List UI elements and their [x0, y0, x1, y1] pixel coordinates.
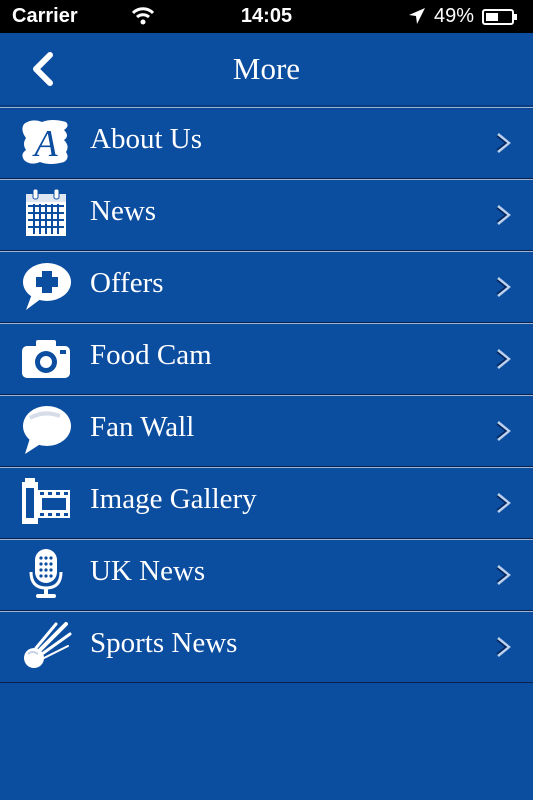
menu-list: A About Us News Offers Food Cam Fan Wall…: [0, 107, 533, 683]
menu-label: Image Gallery: [90, 483, 257, 515]
menu-item-sports-news[interactable]: Sports News: [0, 611, 533, 683]
chevron-right-icon: [496, 493, 511, 513]
chevron-right-icon: [496, 565, 511, 585]
microphone-icon: [29, 549, 63, 598]
chevron-right-icon: [496, 637, 511, 657]
comet-icon: [24, 622, 72, 668]
about-us-icon: A: [22, 120, 68, 165]
speech-bubble-icon: [23, 406, 71, 454]
svg-text:A: A: [31, 123, 58, 165]
chevron-right-icon: [496, 133, 511, 153]
location-arrow-icon: [409, 8, 425, 24]
calendar-icon: [26, 188, 66, 236]
menu-label: Offers: [90, 267, 164, 299]
menu-item-about-us[interactable]: A About Us: [0, 107, 533, 179]
chevron-right-icon: [496, 277, 511, 297]
chevron-right-icon: [496, 421, 511, 441]
navigation-bar: More: [0, 33, 533, 105]
chevron-right-icon: [496, 205, 511, 225]
menu-item-news[interactable]: News: [0, 179, 533, 251]
chevron-right-icon: [496, 349, 511, 369]
menu-item-fan-wall[interactable]: Fan Wall: [0, 395, 533, 467]
battery-percent: 49%: [434, 5, 475, 27]
menu-item-uk-news[interactable]: UK News: [0, 539, 533, 611]
menu-label: UK News: [90, 555, 206, 587]
menu-label: Fan Wall: [90, 411, 195, 443]
page-title: More: [232, 51, 301, 86]
status-bar: Carrier 14:05 49%: [0, 0, 533, 33]
menu-label: Sports News: [90, 627, 238, 659]
battery-icon: [482, 9, 517, 25]
menu-item-offers[interactable]: Offers: [0, 251, 533, 323]
offer-bubble-icon: [23, 263, 71, 310]
menu-label: Food Cam: [90, 339, 212, 371]
camera-icon: [22, 340, 70, 378]
menu-label: News: [90, 195, 157, 227]
menu-item-image-gallery[interactable]: Image Gallery: [0, 467, 533, 539]
film-gallery-icon: [22, 478, 70, 524]
menu-label: About Us: [90, 123, 202, 155]
menu-item-food-cam[interactable]: Food Cam: [0, 323, 533, 395]
